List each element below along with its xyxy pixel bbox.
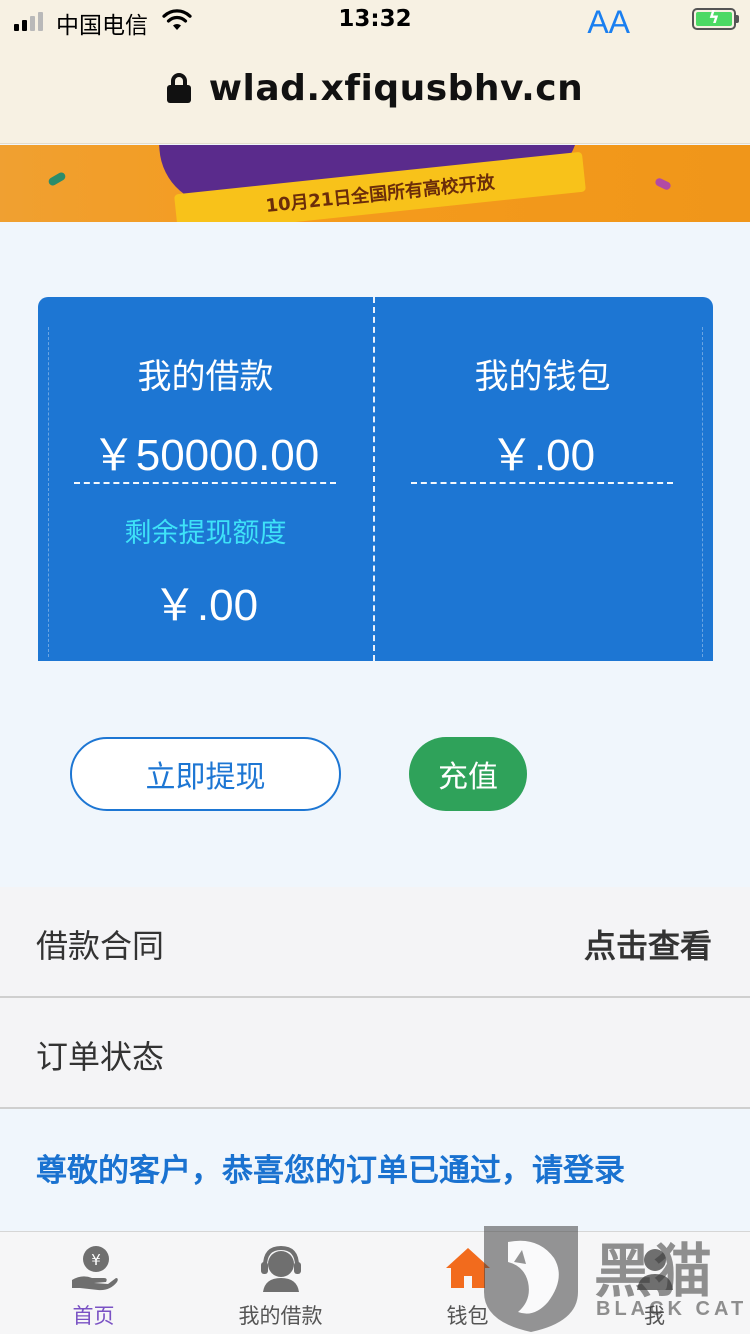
url-text[interactable]: wlad.xfiqusbhv.cn [209,68,583,109]
recharge-button[interactable]: 充值 [409,737,527,811]
loan-title: 我的借款 [137,357,274,397]
watermark-en: BLACK CAT [596,1298,748,1320]
blackcat-watermark: 黑猫 BLACK CAT [478,1222,750,1334]
tab-home-label: 首页 [72,1304,115,1328]
address-bar[interactable]: wlad.xfiqusbhv.cn [0,60,750,116]
info-list: 借款合同 点击查看 订单状态 [0,887,750,1109]
text-size-button[interactable]: AA [587,4,630,41]
promo-banner[interactable]: 10月21日全国所有高校开放 [0,145,750,222]
svg-text:¥: ¥ [91,1251,101,1269]
approval-notice: 尊敬的客户，恭喜您的订单已通过，请登录 [36,1153,625,1189]
wallet-title: 我的钱包 [474,357,611,397]
withdraw-label: 立即提现 [145,760,266,795]
loan-amount: ￥50000.00 [91,431,320,480]
status-bar: 中国电信 13:32 ϟ [0,0,750,40]
status-time: 13:32 [338,6,412,32]
account-card: 我的借款 ￥50000.00 剩余提现额度 ￥.00 我的钱包 ￥.00 [38,297,713,661]
remaining-quota-amount: ￥.00 [152,581,259,630]
text-size-label: AA [587,4,630,40]
recharge-label: 充值 [438,760,498,795]
order-status-label: 订单状态 [36,1038,165,1076]
remaining-quota-label: 剩余提现额度 [124,518,287,549]
loan-contract-row[interactable]: 借款合同 点击查看 [0,887,750,998]
view-contract-link[interactable]: 点击查看 [584,921,712,967]
customer-service-icon [260,1245,301,1292]
lock-icon [166,73,191,103]
order-status-row[interactable]: 订单状态 [0,998,750,1109]
cat-shield-icon [484,1226,578,1332]
wallet-amount: ￥.00 [489,431,596,480]
tab-home[interactable]: ¥ 首页 [0,1232,187,1334]
browser-chrome: 中国电信 13:32 ϟ wlad.xfiqusbhv.cn AA [0,0,750,144]
withdraw-button[interactable]: 立即提现 [70,737,341,811]
hand-yen-icon: ¥ [71,1246,118,1291]
tab-my-loans-label: 我的借款 [238,1304,323,1328]
watermark-brand: 黑猫 [594,1237,715,1305]
battery-charging-icon: ϟ [692,8,739,30]
loan-contract-label: 借款合同 [36,927,165,965]
tab-my-loans[interactable]: 我的借款 [187,1232,374,1334]
